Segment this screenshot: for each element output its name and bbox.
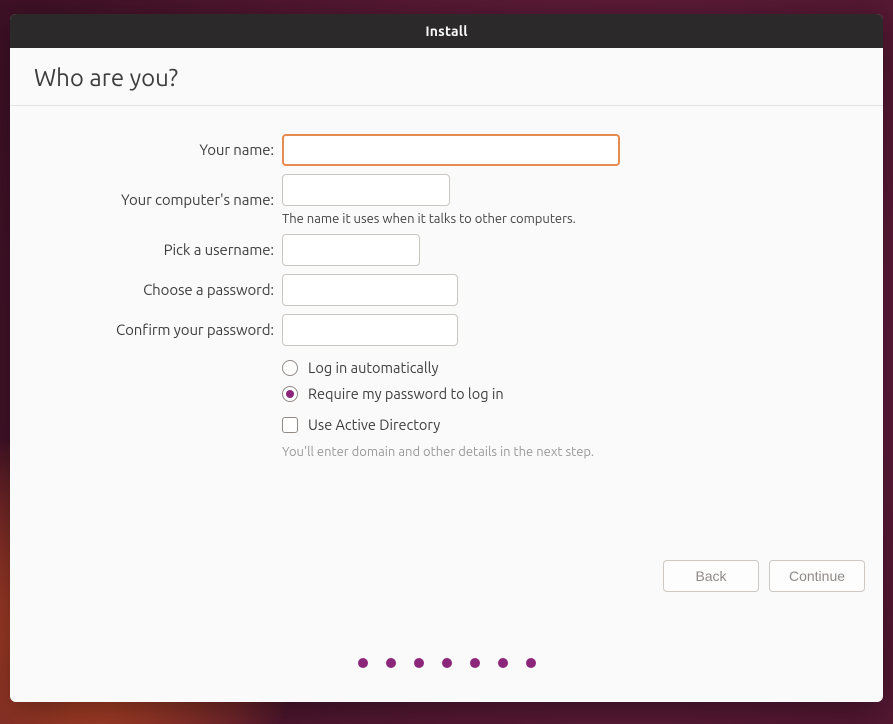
window-titlebar: Install (10, 14, 883, 48)
login-automatically-label: Log in automatically (308, 358, 438, 378)
progress-dot (358, 658, 368, 668)
login-options: Log in automatically Require my password… (282, 358, 859, 459)
checkbox-icon (282, 417, 298, 433)
computer-name-hint: The name it uses when it talks to other … (282, 212, 576, 226)
your-name-label: Your name: (34, 141, 274, 159)
require-password-label: Require my password to log in (308, 384, 504, 404)
page-content: Your name: Your computer's name: The nam… (10, 106, 883, 702)
password-label: Choose a password: (34, 281, 274, 299)
page-header: Who are you? (10, 48, 883, 106)
active-directory-hint: You'll enter domain and other details in… (282, 445, 859, 459)
radio-icon (282, 360, 298, 376)
confirm-password-input[interactable] (282, 314, 458, 346)
your-name-input[interactable] (282, 134, 620, 166)
progress-dot (386, 658, 396, 668)
username-label: Pick a username: (34, 241, 274, 259)
desktop-background: Install Who are you? Your name: Your com… (0, 0, 893, 724)
footer-buttons: Back Continue (663, 560, 865, 592)
progress-dot (470, 658, 480, 668)
progress-dots (10, 658, 883, 668)
progress-dot (442, 658, 452, 668)
username-input[interactable] (282, 234, 420, 266)
progress-dot (498, 658, 508, 668)
confirm-password-label: Confirm your password: (34, 321, 274, 339)
page-title: Who are you? (34, 64, 859, 91)
login-automatically-radio[interactable]: Log in automatically (282, 358, 859, 378)
window-title: Install (425, 23, 467, 39)
install-window: Install Who are you? Your name: Your com… (10, 14, 883, 702)
require-password-radio[interactable]: Require my password to log in (282, 384, 859, 404)
continue-button[interactable]: Continue (769, 560, 865, 592)
user-form: Your name: Your computer's name: The nam… (34, 134, 859, 459)
progress-dot (414, 658, 424, 668)
password-input[interactable] (282, 274, 458, 306)
computer-name-label: Your computer's name: (34, 191, 274, 209)
progress-dot (526, 658, 536, 668)
computer-name-input[interactable] (282, 174, 450, 206)
radio-icon (282, 386, 298, 402)
active-directory-checkbox[interactable]: Use Active Directory (282, 415, 859, 435)
active-directory-label: Use Active Directory (308, 415, 440, 435)
back-button[interactable]: Back (663, 560, 759, 592)
